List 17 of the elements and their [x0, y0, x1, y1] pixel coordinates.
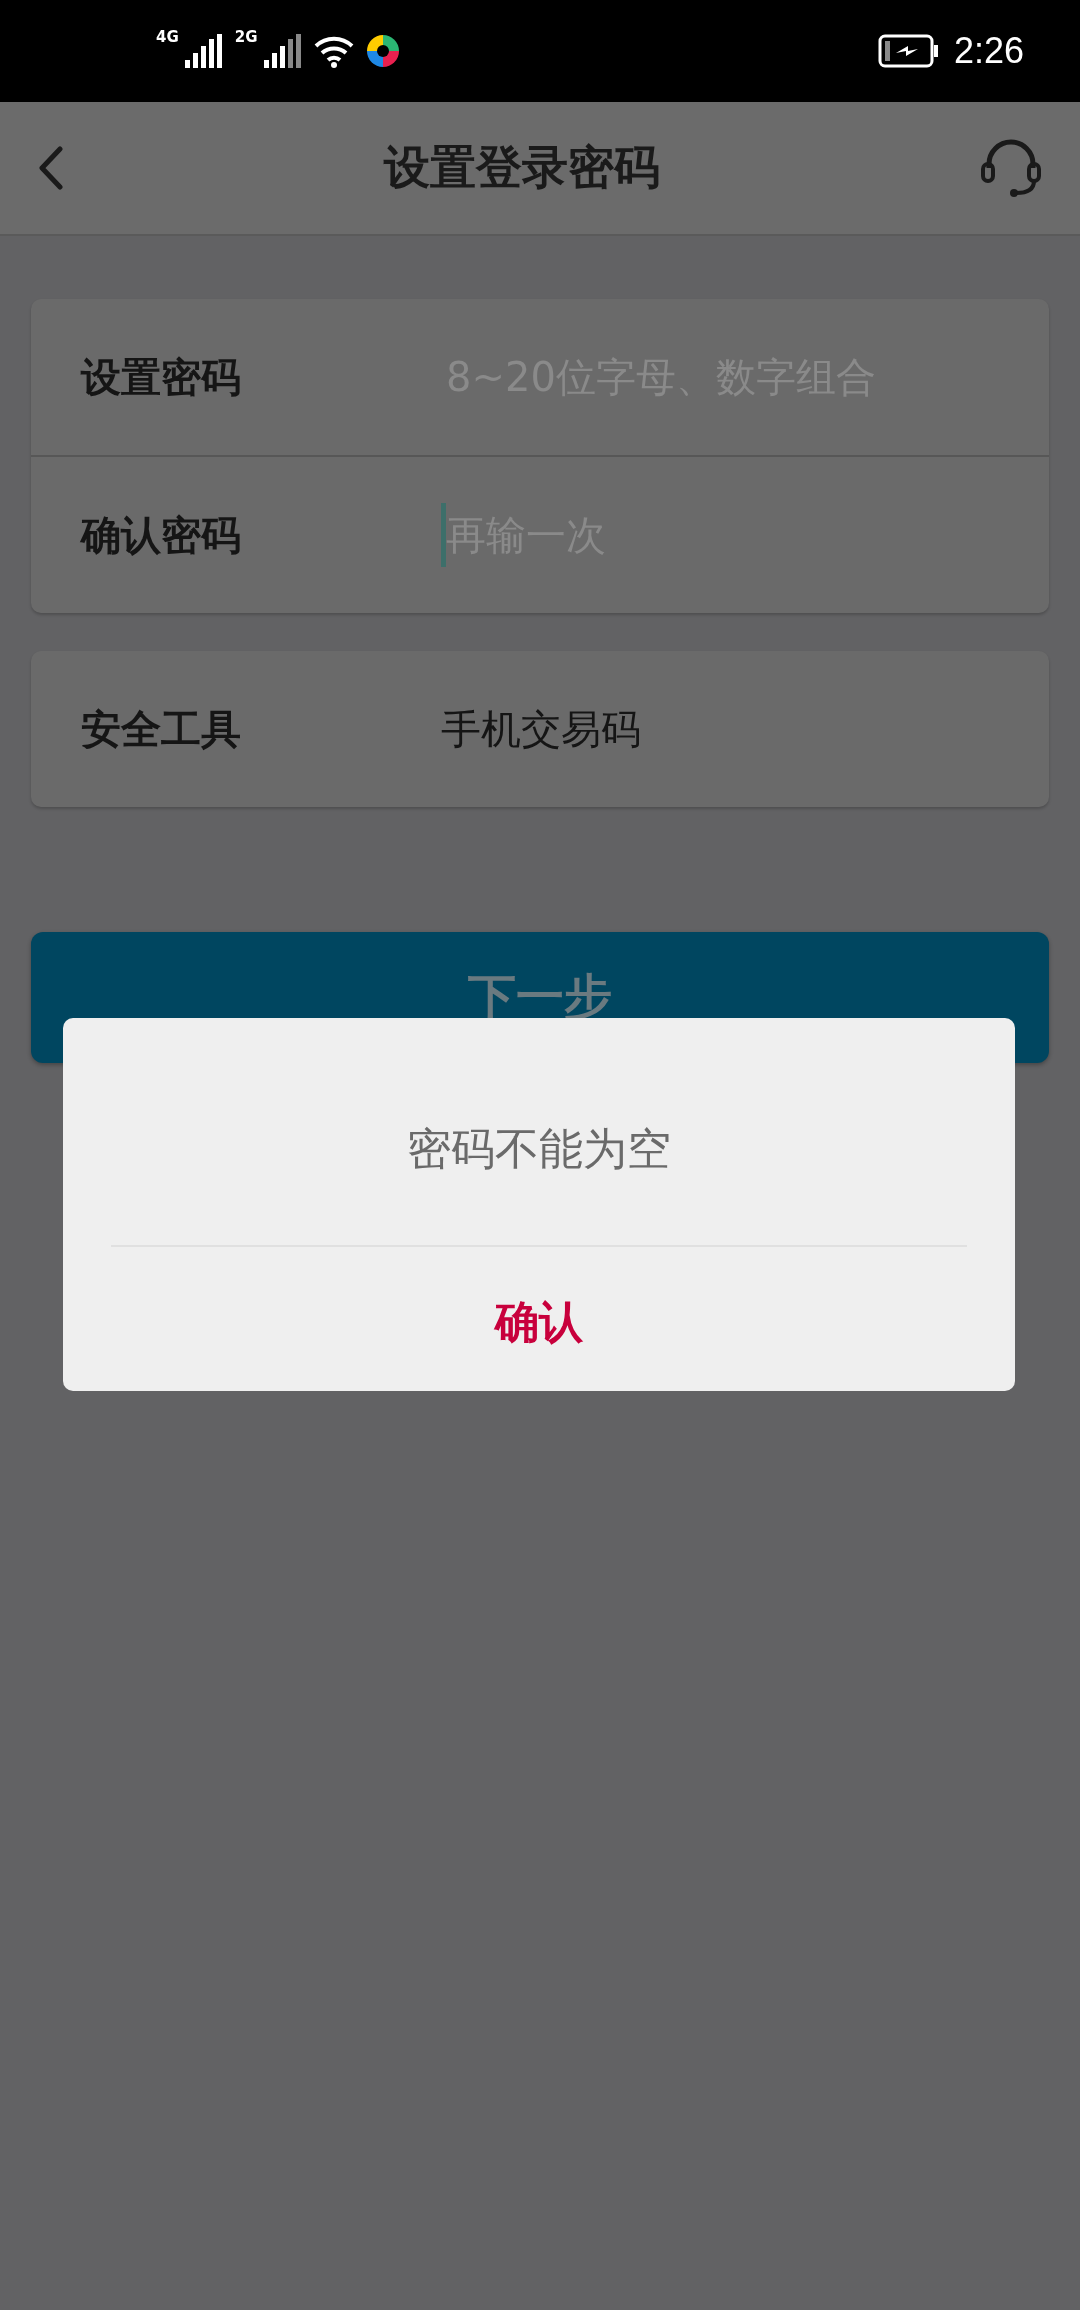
confirm-button[interactable]: 确认 [465, 1283, 613, 1362]
dialog-message: 密码不能为空 [407, 1122, 671, 1176]
page-title: 设置登录密码 [384, 139, 660, 196]
network-label: 2G [234, 28, 258, 46]
field-label: 安全工具 [81, 704, 242, 754]
app-icon [365, 34, 400, 68]
clock-time: 2:26 [953, 30, 1024, 72]
field-label: 确认密码 [81, 510, 242, 560]
field-label: 设置密码 [81, 352, 242, 402]
battery-charging-icon [877, 34, 940, 68]
headset-icon[interactable] [980, 138, 1042, 198]
security-tool-value[interactable]: 手机交易码 [441, 701, 641, 757]
signal-icon [182, 34, 223, 68]
wifi-icon [313, 34, 354, 68]
back-icon[interactable] [38, 146, 64, 190]
network-label: 4G [156, 28, 179, 46]
signal-icon [261, 34, 302, 68]
